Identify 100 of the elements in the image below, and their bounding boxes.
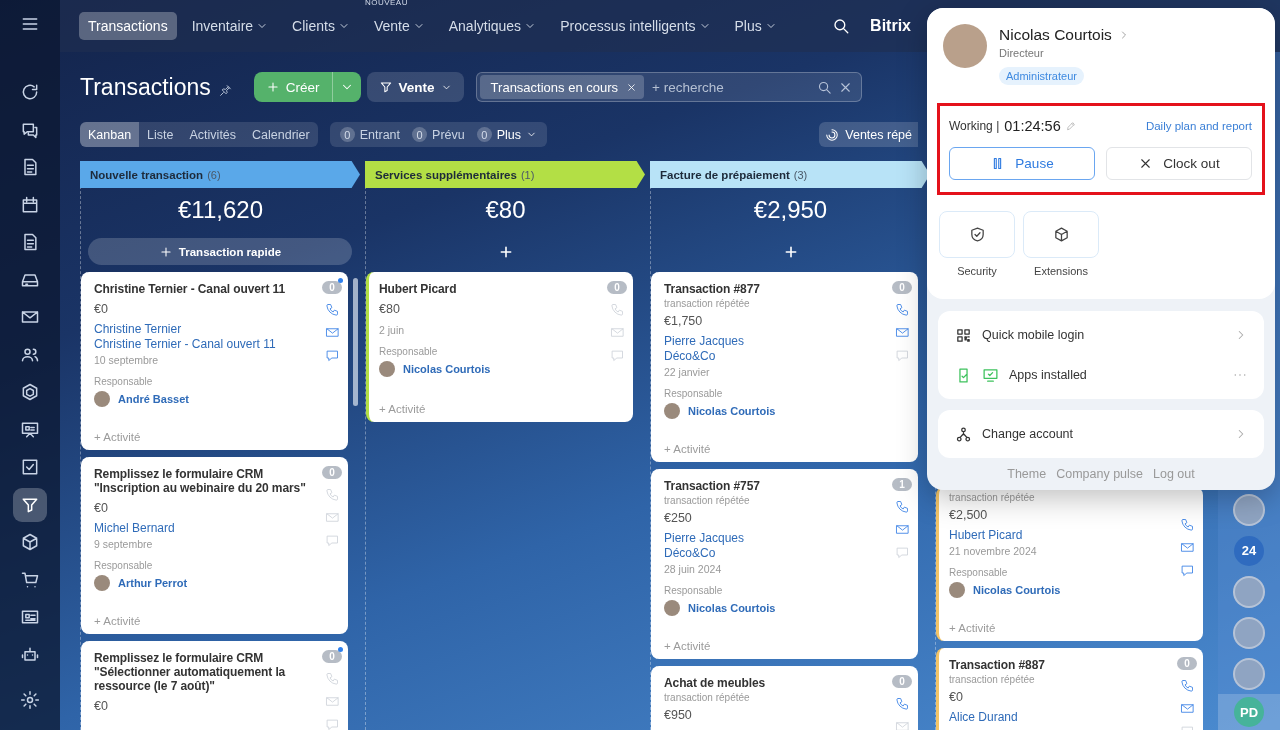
deal-title[interactable]: Transaction #887 <box>949 658 1045 672</box>
repeat-sales-button[interactable]: Ventes répé <box>819 122 918 147</box>
phone-icon[interactable] <box>894 302 910 317</box>
stage-title: Nouvelle transaction <box>90 168 204 181</box>
qr-code-icon <box>955 326 972 344</box>
deal-title[interactable]: Transaction #877 <box>664 282 760 296</box>
nav-tab[interactable]: Transactions <box>79 12 177 40</box>
responsible-link[interactable]: Nicolas Courtois <box>688 602 776 614</box>
menu-item[interactable]: Quick mobile login <box>938 315 1264 355</box>
deal-title[interactable]: Achat de meubles <box>664 676 766 690</box>
counter-filter[interactable]: 0 Entrant <box>333 122 407 147</box>
scrollbar[interactable] <box>353 278 358 406</box>
tile-button[interactable] <box>939 211 1015 258</box>
pause-button[interactable]: Pause <box>949 147 1095 180</box>
phone-icon[interactable] <box>324 302 340 317</box>
deal-card[interactable]: Achat de meubles transaction répétée €950 0 <box>651 666 918 730</box>
view-tab[interactable]: Activités <box>181 122 245 147</box>
deal-amount: €0 <box>94 501 108 515</box>
deal-card[interactable]: Christine Ternier - Canal ouvert 11 €0 Christine Ternier Christine Ternier - Canal ouvert 11 10 septembre Responsable André Basset + Activité 0 <box>81 272 348 450</box>
role-badge: Administrateur <box>999 67 1084 85</box>
counter-badge: 0 <box>412 127 428 142</box>
nav-tab[interactable]: Analytiques <box>439 12 546 40</box>
funnel-icon[interactable] <box>13 487 47 522</box>
responsible-link[interactable]: Nicolas Courtois <box>688 405 776 417</box>
contact-link[interactable]: Déco&Co <box>664 349 716 364</box>
pin-icon[interactable] <box>218 83 232 97</box>
avatar[interactable] <box>1233 575 1265 608</box>
nav-tab[interactable]: Processus intelligents <box>551 12 720 40</box>
responsible-link[interactable]: Nicolas Courtois <box>973 584 1061 596</box>
nav-tab[interactable]: Plus <box>725 12 786 40</box>
nav-tab[interactable]: Vente <box>364 12 434 40</box>
deal-card[interactable]: Transaction #757 transaction répétée €250 Pierre Jacques Déco&Co 28 juin 2024 Responsable Nicolas Courtois + Activité 1 <box>651 469 918 659</box>
deal-amount: €950 <box>664 708 692 722</box>
tile-button[interactable] <box>1023 211 1099 258</box>
contact-link[interactable]: Michel Bernard <box>94 521 175 536</box>
contact-link[interactable]: Déco&Co <box>664 546 716 561</box>
deal-title[interactable]: Transaction #757 <box>664 479 760 493</box>
create-menu-button[interactable] <box>332 72 361 102</box>
counter-filter[interactable]: 0 Plus <box>470 122 544 147</box>
deal-title[interactable]: Christine Ternier - Canal ouvert 11 <box>94 282 285 296</box>
deal-title[interactable]: Hubert Picard <box>379 282 457 296</box>
pipeline-button[interactable]: Vente <box>366 72 464 102</box>
funnel-icon <box>378 80 393 94</box>
deal-card[interactable]: Hubert Picard €80 2 juin Responsable Nicolas Courtois + Activité 0 <box>366 272 633 422</box>
pencil-icon[interactable] <box>1065 121 1076 131</box>
search-input[interactable]: + recherche <box>650 78 811 96</box>
quick-add-button[interactable]: Transaction rapide <box>88 238 352 265</box>
avatar[interactable] <box>1233 493 1265 526</box>
deal-card[interactable]: Remplissez le formulaire CRM "Sélectionner automatiquement la ressource (le 7 août)" €0 0 <box>81 641 348 730</box>
deal-card[interactable]: transaction répétée €2,500 Hubert Picard 21 novembre 2024 Responsable Nicolas Courtois + Activité <box>936 487 1203 641</box>
counter-badge: 0 <box>476 127 492 142</box>
work-status: Working | <box>949 119 1000 133</box>
view-tab[interactable]: Liste <box>139 122 182 147</box>
avatar[interactable] <box>1233 657 1265 690</box>
menu-item[interactable]: Change account <box>938 414 1264 454</box>
profile-photo-placeholder <box>943 24 987 68</box>
deal-amount: €0 <box>94 699 108 713</box>
deal-subtitle: transaction répétée <box>949 674 1035 685</box>
deal-title[interactable]: Remplissez le formulaire CRM "Sélectionner automatiquement la ressource (le 7 août)" <box>94 651 322 693</box>
avatar <box>664 600 680 616</box>
deal-card[interactable]: Remplissez le formulaire CRM "Inscription au webinaire du 20 mars" €0 Michel Bernard 9 septembre Responsable Arthur Perrot + Activité 0 <box>81 457 348 634</box>
stage-title: Services supplémentaires <box>375 168 517 181</box>
phone-icon[interactable] <box>894 696 910 711</box>
menu-item[interactable]: Apps installed <box>938 355 1264 395</box>
contact-link[interactable]: Pierre Jacques <box>664 334 745 349</box>
daily-plan-link[interactable]: Daily plan and report <box>1145 120 1252 132</box>
view-tab[interactable]: Calendrier <box>244 122 318 147</box>
settings-icon[interactable] <box>20 690 40 710</box>
counter-filter[interactable]: 0 Prévu <box>406 122 471 147</box>
contact-link[interactable]: Christine Ternier <box>94 322 182 337</box>
phone-icon[interactable] <box>894 499 910 514</box>
responsible-link[interactable]: André Basset <box>118 393 189 405</box>
phone-icon[interactable] <box>1179 517 1195 532</box>
contact-link[interactable]: Pierre Jacques <box>664 531 745 546</box>
nav-tab[interactable]: Clients <box>283 12 359 40</box>
nav-tab[interactable]: Inventaire <box>182 12 278 40</box>
phone-icon[interactable] <box>1179 678 1195 693</box>
brand-name: Bitrix <box>870 17 911 35</box>
search-icon[interactable] <box>832 17 851 35</box>
contact-link[interactable]: Alice Durand <box>949 710 1018 725</box>
deal-title[interactable]: Remplissez le formulaire CRM "Inscription au webinaire du 20 mars" <box>94 467 322 495</box>
avatar <box>94 575 110 591</box>
deal-card[interactable]: Transaction #877 transaction répétée €1,750 Pierre Jacques Déco&Co 22 janvier Responsable Nicolas Courtois + Activité 0 <box>651 272 918 462</box>
responsible-link[interactable]: Arthur Perrot <box>118 577 188 589</box>
stage-count: (6) <box>207 168 221 181</box>
deal-date: 9 septembre <box>94 538 153 550</box>
avatar[interactable] <box>1233 616 1265 649</box>
contact-link[interactable]: Christine Ternier - Canal ouvert 11 <box>94 337 276 352</box>
view-tab[interactable]: Kanban <box>80 122 140 147</box>
remove-filter-icon[interactable] <box>626 81 638 93</box>
clock-out-button[interactable]: Clock out <box>1106 147 1252 180</box>
deal-amount: €0 <box>949 690 963 704</box>
profile-name[interactable]: Nicolas Courtois <box>999 26 1112 44</box>
responsible-link[interactable]: Nicolas Courtois <box>403 363 491 375</box>
contact-link[interactable]: Hubert Picard <box>949 528 1023 543</box>
counter-badge: 0 <box>892 675 912 688</box>
responsible-label: Responsable <box>94 560 153 571</box>
deal-card[interactable]: Transaction #887 transaction répétée €0 Alice Durand 0 <box>936 648 1203 730</box>
avatar-initials[interactable]: 24 <box>1234 535 1264 566</box>
filter-chip[interactable]: Transactions en cours <box>479 75 645 99</box>
